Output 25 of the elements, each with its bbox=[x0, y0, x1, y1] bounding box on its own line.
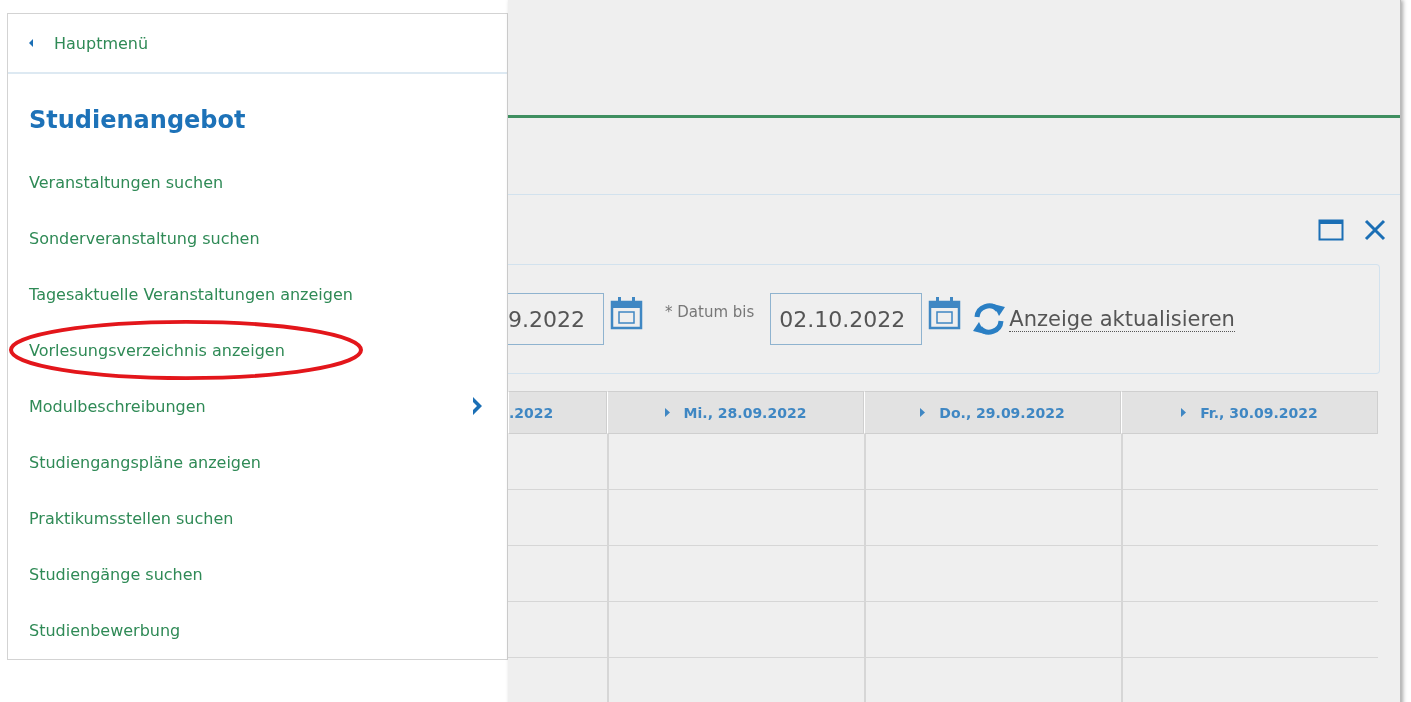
menu-title: Studienangebot bbox=[28, 105, 247, 136]
menu-item[interactable]: Modulbeschreibungen bbox=[29, 396, 206, 416]
chevron-left-icon bbox=[28, 38, 34, 48]
calendar-icon[interactable] bbox=[610, 296, 643, 330]
date-to-field[interactable]: 02.10.2022 bbox=[770, 293, 923, 345]
day-header[interactable]: Do., 29.09.2022 bbox=[864, 391, 1121, 434]
date-to-label: * Datum bis bbox=[665, 303, 755, 321]
maximize-icon[interactable] bbox=[1318, 218, 1344, 241]
chevron-right-icon[interactable] bbox=[472, 396, 483, 416]
day-header[interactable]: Mi., 28.09.2022 bbox=[607, 391, 864, 434]
menu-item[interactable]: Praktikumsstellen suchen bbox=[29, 508, 234, 528]
day-header[interactable]: .2022 bbox=[508, 391, 607, 434]
back-link[interactable]: Hauptmenü bbox=[28, 33, 149, 53]
close-icon[interactable] bbox=[1364, 218, 1386, 241]
menu-item[interactable]: Studiengangspläne anzeigen bbox=[29, 452, 261, 472]
refresh-icon[interactable] bbox=[971, 301, 1008, 337]
menu-item[interactable]: Sonderveranstaltung suchen bbox=[29, 228, 260, 248]
date-from-field[interactable]: 9.2022 bbox=[508, 293, 604, 345]
menu-item[interactable]: Studienbewerbung bbox=[29, 620, 181, 640]
menu-item[interactable]: Veranstaltungen suchen bbox=[29, 172, 224, 192]
calendar-icon[interactable] bbox=[928, 296, 962, 330]
day-header[interactable]: Fr., 30.09.2022 bbox=[1121, 391, 1378, 434]
refresh-link[interactable]: Anzeige aktualisieren bbox=[1009, 306, 1235, 332]
menu-item[interactable]: Studiengänge suchen bbox=[29, 564, 203, 584]
menu-item[interactable]: Tagesaktuelle Veranstaltungen anzeigen bbox=[29, 284, 353, 304]
